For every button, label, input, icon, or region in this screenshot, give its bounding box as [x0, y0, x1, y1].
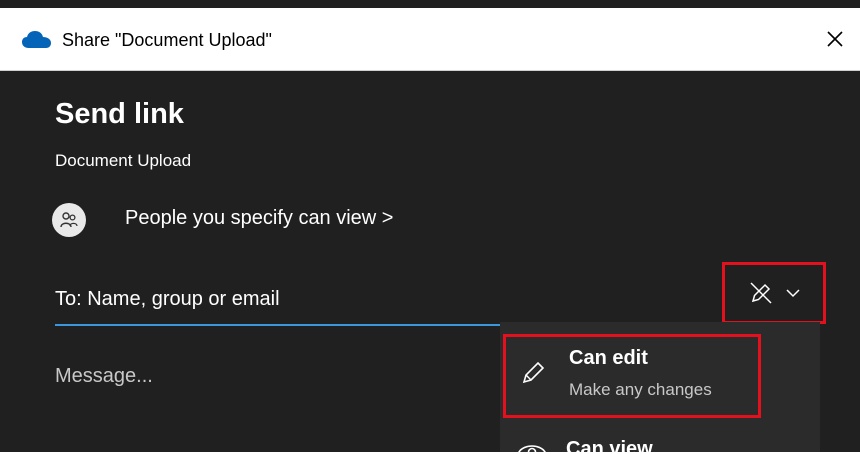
people-glyph-icon [57, 208, 81, 232]
option-can-edit[interactable]: Can edit Make any changes [503, 334, 761, 418]
permission-dropdown-button[interactable] [722, 262, 826, 324]
no-edit-pencil-icon [748, 280, 774, 306]
people-icon [52, 203, 86, 237]
window-title: Share "Document Upload" [62, 30, 272, 51]
chevron-down-icon [786, 288, 800, 298]
title-bar: Share "Document Upload" [0, 8, 860, 71]
message-input[interactable]: Message... [55, 365, 153, 388]
option-title: Can edit [569, 347, 648, 370]
option-can-view[interactable]: Can view [503, 430, 761, 454]
recipient-field [55, 278, 502, 326]
permission-menu: Can edit Make any changes Can view [500, 322, 820, 452]
eye-icon [517, 442, 547, 454]
option-subtitle: Make any changes [569, 380, 712, 400]
link-settings-button[interactable]: People you specify can view > [125, 207, 394, 230]
share-dialog: Share "Document Upload" Send link Docume… [0, 0, 860, 452]
onedrive-cloud-icon [22, 29, 52, 49]
dialog-heading: Send link [55, 98, 184, 131]
close-icon [826, 30, 844, 48]
pencil-icon [519, 359, 547, 387]
recipient-input[interactable] [55, 282, 495, 316]
document-name: Document Upload [55, 151, 191, 171]
close-button[interactable] [818, 22, 852, 56]
